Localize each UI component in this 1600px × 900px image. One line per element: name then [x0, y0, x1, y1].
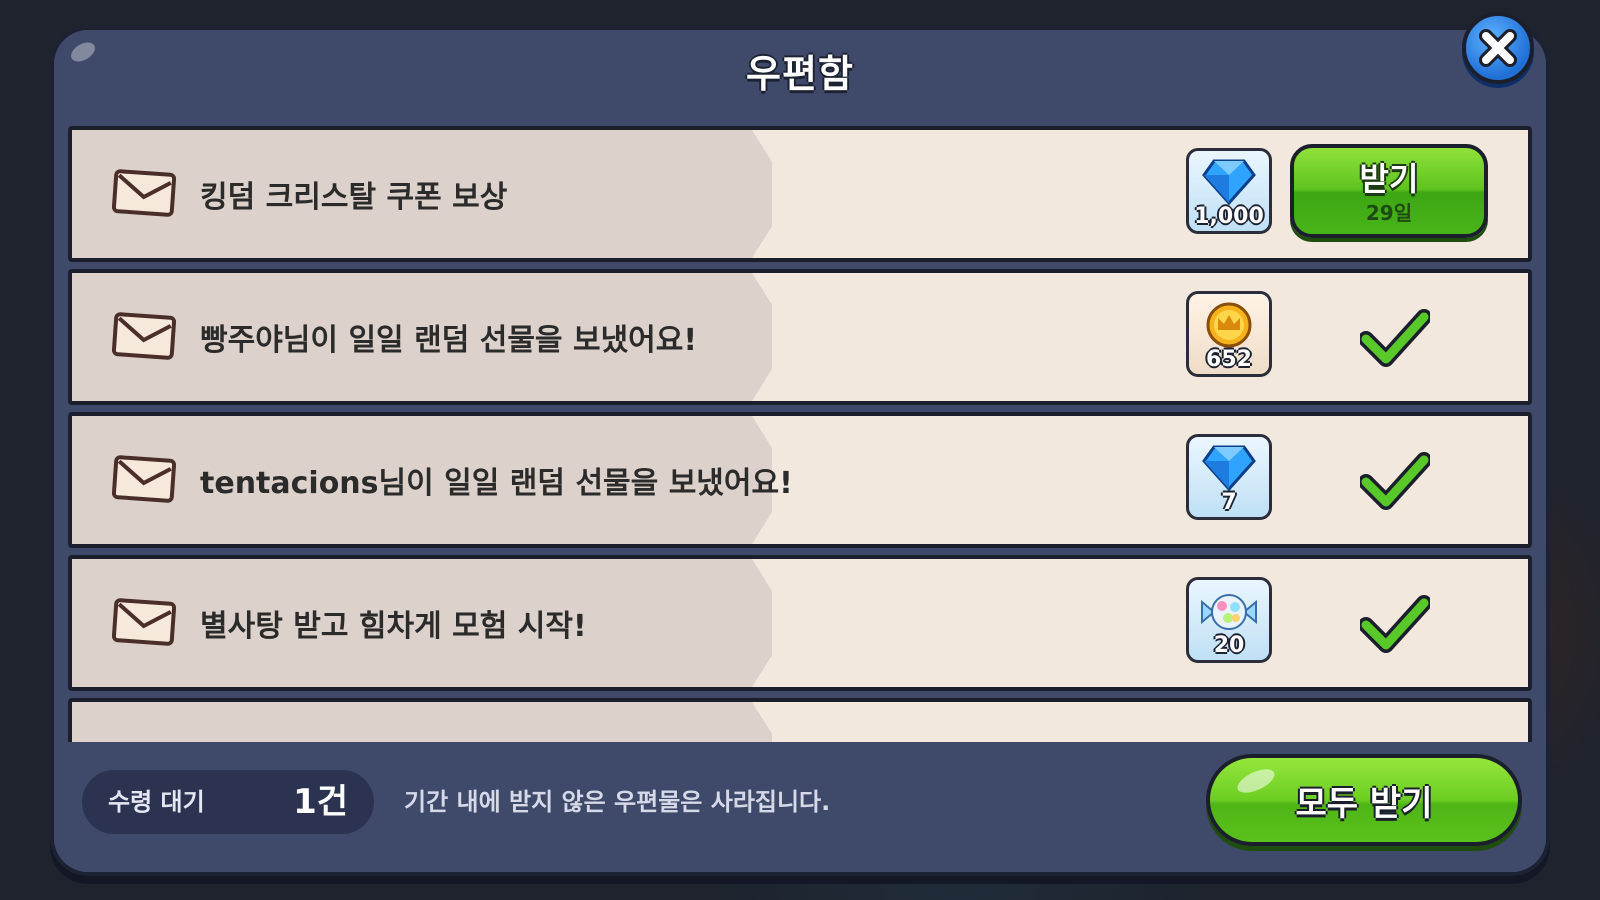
reward-slot: 652 — [1186, 291, 1272, 377]
pending-count: 1건 — [293, 782, 348, 822]
coin-icon — [1206, 302, 1252, 348]
envelope-icon — [112, 455, 176, 503]
mailbox-footer: 수령 대기 1건 기간 내에 받지 않은 우편물은 사라집니다. 모두 받기 — [54, 742, 1546, 872]
close-button[interactable] — [1462, 12, 1534, 84]
star-candy-icon — [1201, 594, 1257, 630]
message-text: tentacions님이 일일 랜덤 선물을 보냈어요! — [200, 466, 793, 501]
crystal-icon — [1202, 159, 1256, 205]
claim-button-label: 받기 — [1359, 160, 1419, 198]
close-icon — [1479, 29, 1517, 67]
message-text: 빵주야님이 일일 랜덤 선물을 보냈어요! — [200, 323, 698, 358]
pending-counter: 수령 대기 1건 — [82, 770, 374, 834]
envelope-icon — [112, 598, 176, 646]
claim-all-label: 모두 받기 — [1295, 783, 1433, 824]
message-list[interactable]: 킹덤 크리스탈 쿠폰 보상 1,000 받기 29일 빵주야님이 일일 랜덤 선… — [68, 126, 1532, 766]
mailbox-dialog: 우편함 킹덤 크리스탈 쿠폰 보상 1,000 받기 29일 빵주야님이 일일 … — [54, 30, 1546, 872]
list-item[interactable]: 별사탕 받고 힘차게 모험 시작! 20 — [68, 555, 1532, 691]
check-icon — [1360, 452, 1430, 510]
check-icon — [1360, 595, 1430, 653]
reward-slot: 7 — [1186, 434, 1272, 520]
envelope-icon — [112, 169, 176, 217]
reward-slot: 20 — [1186, 577, 1272, 663]
reward-slot: 1,000 — [1186, 148, 1272, 234]
reward-count: 20 — [1213, 633, 1245, 658]
message-text: 킹덤 크리스탈 쿠폰 보상 — [200, 180, 508, 215]
message-text: 별사탕 받고 힘차게 모험 시작! — [200, 609, 587, 644]
envelope-icon — [112, 312, 176, 360]
list-item[interactable]: 킹덤 크리스탈 쿠폰 보상 1,000 받기 29일 — [68, 126, 1532, 262]
list-item[interactable]: tentacions님이 일일 랜덤 선물을 보냈어요! 7 — [68, 412, 1532, 548]
claim-all-button[interactable]: 모두 받기 — [1206, 754, 1522, 846]
claim-button[interactable]: 받기 29일 — [1290, 144, 1488, 238]
pending-label: 수령 대기 — [108, 788, 205, 816]
crystal-icon — [1202, 445, 1256, 491]
expiry-label: 29일 — [1365, 201, 1413, 225]
reward-count: 1,000 — [1194, 204, 1264, 229]
expiry-notice: 기간 내에 받지 않은 우편물은 사라집니다. — [404, 788, 831, 816]
reward-count: 652 — [1206, 347, 1252, 372]
list-item[interactable]: 빵주야님이 일일 랜덤 선물을 보냈어요! 652 — [68, 269, 1532, 405]
check-icon — [1360, 309, 1430, 367]
reward-count: 7 — [1221, 490, 1237, 515]
page-title: 우편함 — [746, 51, 854, 96]
